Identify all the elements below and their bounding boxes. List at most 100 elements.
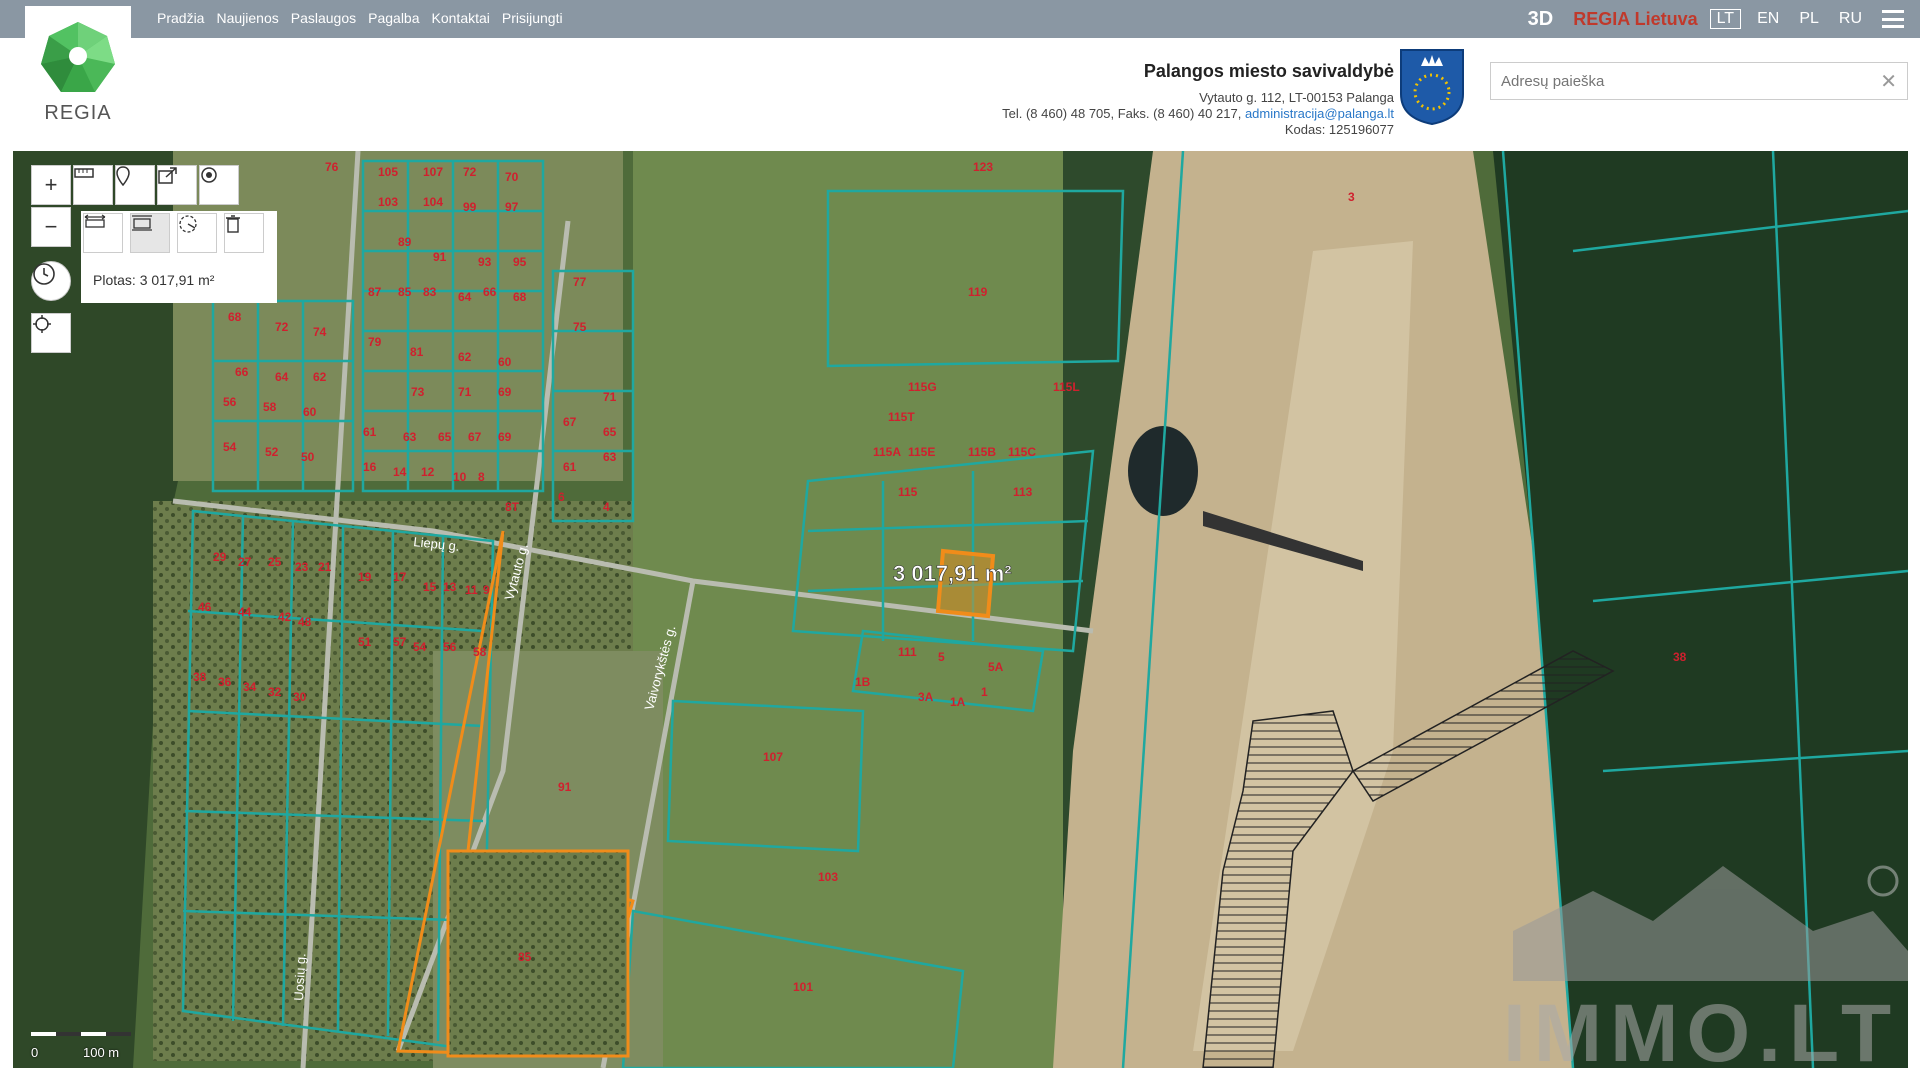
gps-crosshair-icon[interactable] [31,313,71,353]
share-icon[interactable] [157,165,197,205]
history-clock-icon[interactable] [31,261,71,301]
parcel-label: 115 [898,485,918,499]
zoom-out-button[interactable]: − [31,207,71,247]
nav-contacts[interactable]: Kontaktai [432,10,490,26]
coat-of-arms-icon [1397,46,1467,126]
measure-radius-icon[interactable] [177,213,217,253]
parcel-label: 71 [603,390,617,404]
regia-logo[interactable]: REGIA [25,6,131,130]
parcel-label: 66 [235,365,249,379]
parcel-label: 30 [293,690,307,704]
lang-ru[interactable]: RU [1839,10,1862,28]
parcel-label: 5A [988,660,1004,674]
parcel-label: 11 [465,583,478,597]
parcel-label: 60 [498,355,512,369]
parcel-label: 5 [938,650,945,664]
top-right-controls: 3D REGIA Lietuva LT EN PL RU [1528,0,1920,38]
parcel-label: 115L [1053,380,1080,394]
parcel-label: 13 [443,580,457,594]
top-navigation-bar: Pradžia Naujienos Paslaugos Pagalba Kont… [0,0,1920,38]
watermark-text: IMMO.LT [1503,988,1899,1068]
parcel-label: 74 [313,325,327,339]
parcel-label: 115G [908,380,937,394]
parcel-label: 107 [423,165,443,179]
organization-info: Palangos miesto savivaldybė Vytauto g. 1… [1002,60,1394,138]
parcel-label: 63 [403,430,417,444]
parcel-label: 72 [275,320,289,334]
zoom-in-button[interactable]: + [31,165,71,205]
parcel-label: 66 [483,285,497,299]
parcel-label: 3 [1348,190,1355,204]
regia-lietuva-link[interactable]: REGIA Lietuva [1573,9,1697,30]
parcel-label: 23 [295,560,309,574]
address-search: ✕ [1490,62,1908,100]
parcel-label: 76 [325,160,339,174]
parcel-label: 103 [378,195,398,209]
measure-area-icon[interactable] [130,213,170,253]
parcel-label: 71 [458,385,472,399]
parcel-label: 67 [563,415,577,429]
nav-services[interactable]: Paslaugos [291,10,356,26]
lang-lt[interactable]: LT [1709,9,1742,29]
nav-help[interactable]: Pagalba [368,10,419,26]
parcel-label: 113 [1013,485,1033,499]
hamburger-menu-icon[interactable] [1882,10,1904,28]
parcel-label: 54 [413,640,427,654]
parcel-label: 69 [498,430,512,444]
parcel-label: 104 [423,195,443,209]
parcel-label: 48 [298,615,312,629]
parcel-label: 44 [238,605,252,619]
parcel-label: 61 [363,425,377,439]
scale-bar-graphic [31,1032,131,1036]
parcel-label: 42 [278,610,292,624]
clear-search-icon[interactable]: ✕ [1880,69,1897,94]
nav-login[interactable]: Prisijungti [502,10,563,26]
parcel-label: 46 [198,600,212,614]
parcel-label: 56 [443,640,457,654]
scale-zero: 0 [31,1045,39,1060]
address-search-input[interactable] [1491,63,1871,99]
parcel-label: 19 [358,570,372,584]
ruler-icon[interactable] [73,165,113,205]
parcel-label: 58 [473,645,487,659]
parcel-label: 3A [918,690,934,704]
parcel-label: 9 [483,583,490,597]
scale-distance: 100 m [83,1045,120,1060]
parcel-label: 91 [558,780,572,794]
parcel-label: 123 [973,160,993,174]
parcel-label: 89 [398,235,412,249]
map-pin-icon[interactable] [115,165,155,205]
parcel-label: 105 [378,165,398,179]
parcel-label: 1 [981,685,988,699]
3d-button[interactable]: 3D [1528,8,1554,31]
locate-target-icon[interactable] [199,165,239,205]
parcel-label: 77 [573,275,587,289]
parcel-label: 73 [411,385,425,399]
main-nav: Pradžia Naujienos Paslaugos Pagalba Kont… [157,10,563,26]
regia-logo-icon [41,22,115,92]
parcel-label: 69 [498,385,512,399]
organization-title: Palangos miesto savivaldybė [1143,61,1394,81]
lang-pl[interactable]: PL [1799,10,1819,28]
nav-home[interactable]: Pradžia [157,10,204,26]
parcel-label: 65 [438,430,452,444]
parcel-label: 54 [223,440,237,454]
parcel-label: 67 [468,430,482,444]
email-link[interactable]: administracija@palanga.lt [1245,106,1394,121]
parcel-label: 8 [478,470,485,484]
nav-news[interactable]: Naujienos [216,10,278,26]
delete-trash-icon[interactable] [224,213,264,253]
measure-distance-icon[interactable] [83,213,123,253]
organization-contacts: Tel. (8 460) 48 705, Faks. (8 460) 40 21… [1002,106,1394,122]
parcel-label: 81 [410,345,424,359]
parcel-label: 91 [433,250,447,264]
parcel-label: 63 [603,450,617,464]
parcel-label: 62 [458,350,472,364]
parcel-label: 4 [603,500,610,514]
lang-en[interactable]: EN [1757,10,1779,28]
map-canvas[interactable]: Liepų g. Vaivorykštės g. Vytauto g. Uosi… [13,151,1908,1068]
parcel-label: 56 [223,395,237,409]
parcel-label: 115B [968,445,996,459]
parcel-label: 8T [505,500,520,514]
phone-fax: Tel. (8 460) 48 705, Faks. (8 460) 40 21… [1002,106,1242,121]
